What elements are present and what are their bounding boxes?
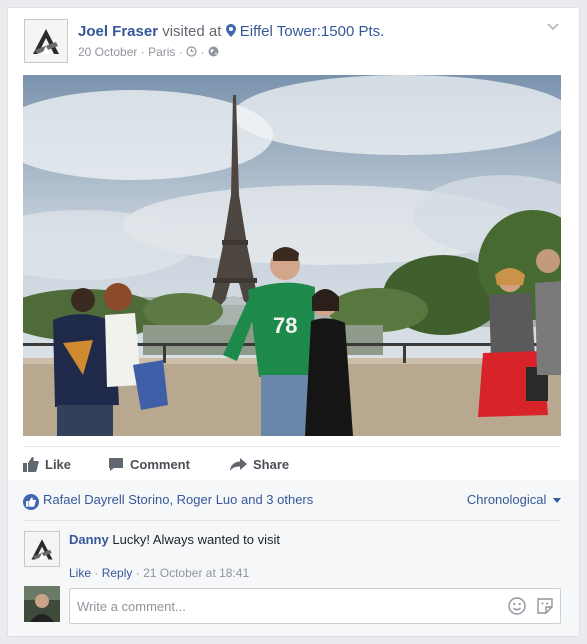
comment-icon bbox=[109, 458, 123, 471]
comment-button[interactable]: Comment bbox=[108, 457, 190, 472]
current-user-avatar[interactable] bbox=[24, 586, 60, 622]
comment-input[interactable]: Write a comment... bbox=[69, 588, 561, 624]
globe-icon[interactable] bbox=[208, 46, 219, 57]
user-photo bbox=[24, 586, 60, 622]
like-button[interactable]: Like bbox=[23, 457, 71, 472]
commenter-name[interactable]: Danny bbox=[69, 532, 109, 547]
author-name[interactable]: Joel Fraser bbox=[78, 23, 158, 40]
author-avatar[interactable] bbox=[24, 19, 68, 63]
clock-icon bbox=[186, 46, 197, 57]
comment-order-dropdown[interactable]: Chronological bbox=[467, 492, 561, 507]
place-link[interactable]: Eiffel Tower:1500 Pts. bbox=[240, 23, 385, 40]
logo-icon bbox=[31, 539, 53, 560]
comment-reply-link[interactable]: Reply bbox=[102, 566, 133, 580]
location-pin-icon bbox=[225, 24, 236, 37]
emoji-icon[interactable] bbox=[508, 597, 526, 615]
comment-meta: Like · Reply · 21 October at 18:41 bbox=[69, 566, 249, 580]
meta-separator: · bbox=[94, 566, 99, 580]
reactions-names[interactable]: Rafael Dayrell Storino, Roger Luo and 3 … bbox=[43, 492, 313, 507]
like-label: Like bbox=[45, 457, 72, 472]
headline-verb: visited at bbox=[162, 23, 222, 40]
share-button[interactable]: Share bbox=[230, 457, 289, 472]
caret-down-icon bbox=[553, 498, 561, 503]
post-date[interactable]: 20 October bbox=[78, 45, 137, 59]
meta-separator: · bbox=[200, 45, 205, 59]
post-location[interactable]: Paris bbox=[148, 45, 175, 59]
commenter-avatar[interactable] bbox=[24, 531, 60, 567]
svg-text:78: 78 bbox=[273, 313, 297, 338]
comments-section: Rafael Dayrell Storino, Roger Luo and 3 … bbox=[8, 480, 579, 636]
divider bbox=[23, 520, 561, 521]
sticker-icon[interactable] bbox=[536, 597, 554, 615]
post-headline: Joel Fraser visited at Eiffel Tower:1500… bbox=[78, 23, 384, 40]
meta-separator: · bbox=[140, 45, 145, 59]
meta-separator: · bbox=[135, 566, 140, 580]
chevron-down-icon bbox=[547, 23, 559, 31]
photo-illustration: 78 bbox=[23, 75, 561, 436]
comment-label: Comment bbox=[130, 457, 190, 472]
post-actions-bar: Like Comment Share bbox=[23, 446, 561, 482]
composer-icons bbox=[508, 597, 554, 615]
like-badge-icon bbox=[23, 494, 39, 510]
like-icon bbox=[23, 457, 39, 472]
comment-like-link[interactable]: Like bbox=[69, 566, 91, 580]
post-options-button[interactable] bbox=[547, 18, 559, 34]
comment-body: Danny Lucky! Always wanted to visit bbox=[69, 532, 280, 547]
post-card: Joel Fraser visited at Eiffel Tower:1500… bbox=[7, 7, 580, 637]
comment-text: Lucky! Always wanted to visit bbox=[112, 532, 280, 547]
post-photo[interactable]: 78 bbox=[23, 75, 561, 436]
share-label: Share bbox=[253, 457, 290, 472]
meta-separator: · bbox=[178, 45, 183, 59]
reactions-summary: Rafael Dayrell Storino, Roger Luo and 3 … bbox=[23, 492, 561, 510]
comment-order-label: Chronological bbox=[466, 492, 547, 507]
logo-icon bbox=[33, 29, 59, 54]
comment-timestamp[interactable]: 21 October at 18:41 bbox=[143, 566, 249, 580]
comment-input-placeholder: Write a comment... bbox=[77, 599, 186, 614]
share-icon bbox=[230, 457, 247, 471]
post-meta: 20 October · Paris · · bbox=[78, 45, 219, 59]
